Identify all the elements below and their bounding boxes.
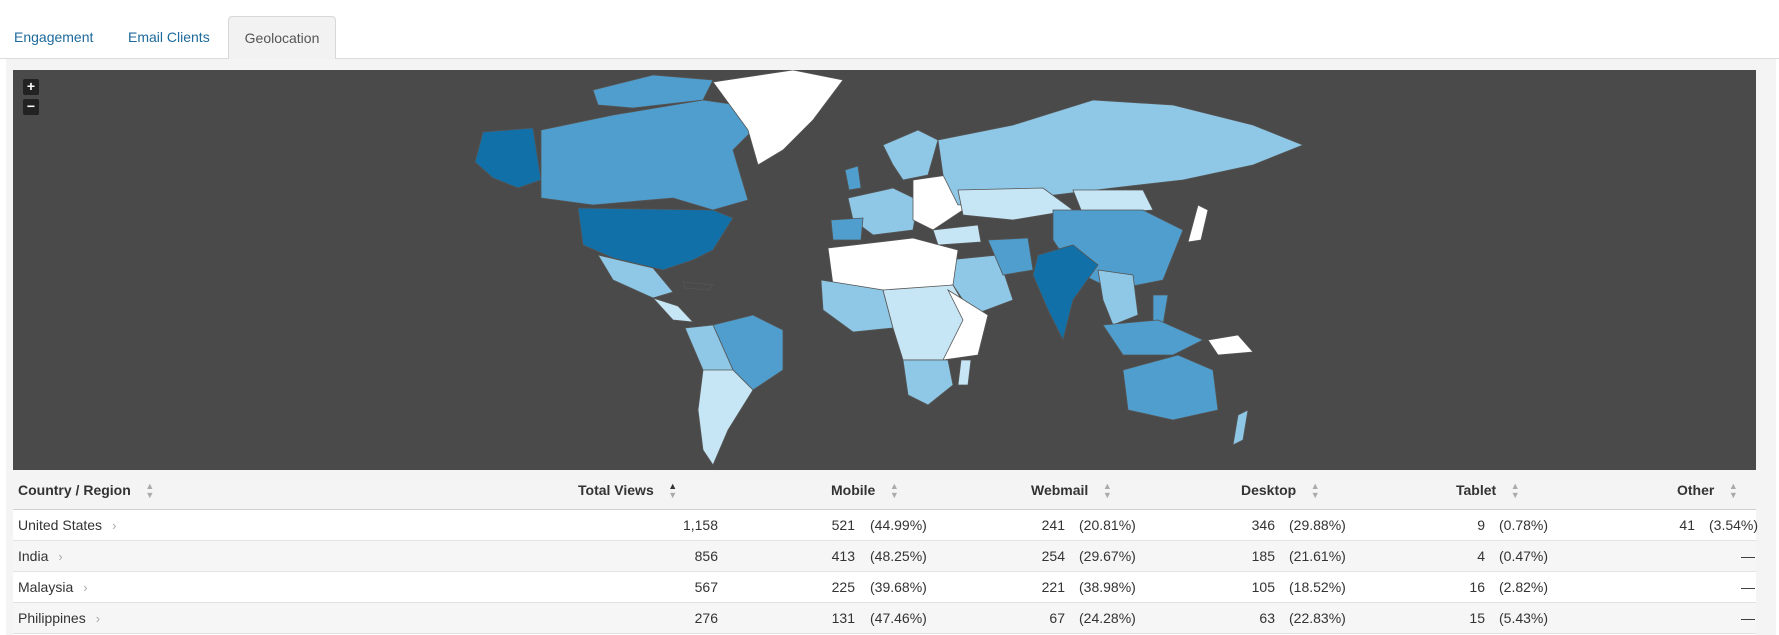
chevron-right-icon: ›: [95, 611, 101, 626]
region-india: [1032, 244, 1099, 342]
desktop-count: 185: [1251, 548, 1275, 564]
country-cell[interactable]: Malaysia ›: [18, 572, 88, 603]
desktop-count: 105: [1251, 579, 1275, 595]
world-map-svg: [474, 70, 1305, 466]
tablet-pct: (0.78%): [1499, 517, 1549, 533]
other-count: —: [1741, 579, 1755, 595]
col-tablet[interactable]: Tablet ▲ ▼: [1456, 470, 1520, 510]
desktop-pct: (21.61%): [1289, 548, 1346, 564]
col-country[interactable]: Country / Region ▲ ▼: [18, 470, 155, 510]
col-webmail[interactable]: Webmail ▲ ▼: [1031, 470, 1112, 510]
sort-icon: ▲ ▼: [1102, 481, 1112, 501]
region-turkey: [932, 224, 982, 246]
chevron-right-icon: ›: [112, 518, 117, 533]
webmail-count: 67: [1049, 610, 1065, 626]
webmail-pct: (38.98%): [1079, 579, 1136, 595]
country-cell[interactable]: United States ›: [18, 510, 116, 541]
region-papua: [1207, 334, 1254, 356]
zoom-out-button[interactable]: −: [23, 99, 39, 115]
other-pct: (3.54%): [1709, 517, 1759, 533]
region-australia: [1122, 354, 1219, 421]
table-row[interactable]: United States › 1,158 521 (44.99%) 241 (2…: [13, 510, 1759, 541]
tab-geolocation[interactable]: Geolocation: [228, 16, 336, 59]
webmail-pct: (20.81%): [1079, 517, 1136, 533]
col-desktop[interactable]: Desktop ▲ ▼: [1241, 470, 1320, 510]
tablet-count: 4: [1477, 548, 1485, 564]
tablet-pct: (5.43%): [1499, 610, 1549, 626]
col-total-views[interactable]: Total Views ▲ ▼: [578, 470, 678, 510]
country-cell[interactable]: India ›: [18, 541, 63, 572]
tablet-pct: (2.82%): [1499, 579, 1549, 595]
geolocation-table: Country / Region ▲ ▼ Total Views ▲ ▼ Mobile ▲…: [13, 470, 1759, 635]
mobile-pct: (48.25%): [870, 548, 927, 564]
sort-asc-icon: ▲ ▼: [668, 481, 678, 501]
region-alaska: [474, 127, 542, 189]
table-row[interactable]: India › 856 413 (48.25%) 254 (29.67%) 185…: [13, 541, 1756, 572]
region-madagascar: [957, 359, 972, 386]
desktop-pct: (29.88%): [1289, 517, 1346, 533]
country-cell[interactable]: Philippines ›: [18, 603, 100, 634]
sort-icon: ▲ ▼: [1510, 481, 1520, 501]
desktop-pct: (18.52%): [1289, 579, 1346, 595]
table-row[interactable]: Philippines › 276 131 (47.46%) 67 (24.28%…: [13, 603, 1756, 634]
webmail-count: 241: [1041, 517, 1065, 533]
total-views-cell: 856: [694, 548, 718, 564]
region-southern-africa: [902, 359, 954, 406]
webmail-count: 254: [1041, 548, 1065, 564]
region-southern-cone: [697, 369, 754, 466]
chevron-right-icon: ›: [58, 549, 63, 564]
other-count: 41: [1679, 517, 1695, 533]
total-views-cell: 276: [694, 610, 718, 626]
total-views-cell: 567: [694, 579, 718, 595]
sort-icon: ▲ ▼: [1310, 481, 1320, 501]
tab-engagement[interactable]: Engagement: [14, 16, 93, 59]
tablet-count: 9: [1477, 517, 1485, 533]
chevron-right-icon: ›: [83, 580, 88, 595]
mobile-pct: (44.99%): [870, 517, 927, 533]
mobile-pct: (47.46%): [870, 610, 927, 626]
region-japan: [1187, 204, 1209, 243]
col-mobile[interactable]: Mobile ▲ ▼: [831, 470, 899, 510]
other-count: —: [1741, 548, 1755, 564]
region-iberia: [830, 217, 864, 241]
table-row[interactable]: Malaysia › 567 225 (39.68%) 221 (38.98%) …: [13, 572, 1756, 603]
region-se-asia: [1097, 269, 1139, 326]
tablet-count: 15: [1469, 610, 1485, 626]
sort-icon: ▲ ▼: [889, 481, 899, 501]
mobile-count: 131: [831, 610, 855, 626]
webmail-pct: (29.67%): [1079, 548, 1136, 564]
region-central-america: [651, 297, 695, 323]
webmail-count: 221: [1041, 579, 1065, 595]
region-caribbean: [682, 281, 714, 291]
tab-email-clients[interactable]: Email Clients: [128, 16, 210, 59]
webmail-pct: (24.28%): [1079, 610, 1136, 626]
zoom-in-button[interactable]: +: [23, 79, 39, 95]
desktop-count: 63: [1259, 610, 1275, 626]
mobile-pct: (39.68%): [870, 579, 927, 595]
desktop-count: 346: [1251, 517, 1275, 533]
region-malaysia-indonesia: [1102, 319, 1204, 356]
table-header: Country / Region ▲ ▼ Total Views ▲ ▼ Mobile ▲…: [13, 470, 1756, 510]
mobile-count: 225: [831, 579, 855, 595]
sort-icon: ▲ ▼: [1728, 481, 1738, 501]
tablet-pct: (0.47%): [1499, 548, 1549, 564]
tablet-count: 16: [1469, 579, 1485, 595]
total-views-cell: 1,158: [682, 517, 718, 533]
desktop-pct: (22.83%): [1289, 610, 1346, 626]
region-new-zealand: [1232, 409, 1249, 446]
mobile-count: 413: [831, 548, 855, 564]
sort-icon: ▲ ▼: [145, 481, 155, 501]
world-map[interactable]: + −: [13, 70, 1756, 470]
region-scandinavia: [882, 129, 939, 181]
col-other[interactable]: Other ▲ ▼: [1677, 470, 1738, 510]
other-count: —: [1741, 610, 1755, 626]
region-uk: [844, 165, 862, 191]
mobile-count: 521: [831, 517, 855, 533]
